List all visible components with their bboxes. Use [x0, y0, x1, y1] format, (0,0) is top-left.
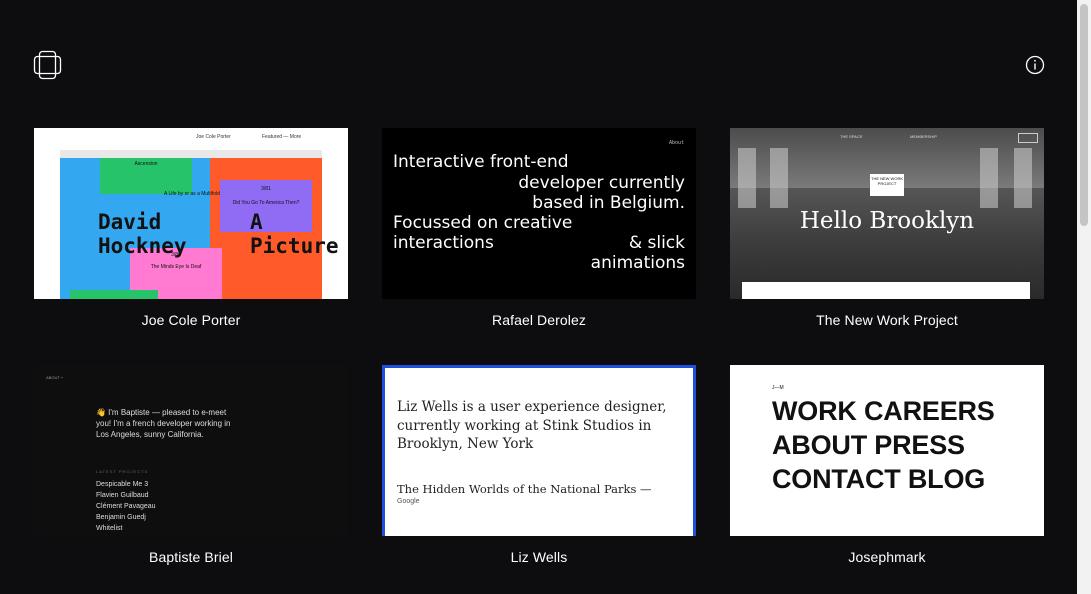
thumbnail-project-item: Clément Pavageau: [96, 503, 156, 510]
thumbnail-purple-title: Did You Go To America Then?: [232, 200, 300, 206]
thumbnail-logo: J—M: [772, 385, 784, 391]
portfolio-card-new-work-project[interactable]: THE SPACE MEMBERSHIP THE NEW WORK PROJEC…: [730, 128, 1044, 328]
thumbnail-text-line: based in Belgium.: [532, 193, 685, 213]
card-title[interactable]: Josephmark: [730, 549, 1044, 565]
thumbnail-photo-window: [980, 148, 998, 208]
thumbnail-intro: Liz Wells is a user experience designer,…: [397, 399, 667, 452]
card-thumbnail[interactable]: ABOUT + 👋 I'm Baptiste — pleased to e-me…: [34, 365, 348, 536]
portfolio-card-josephmark[interactable]: J—M WORK CAREERS ABOUT PRESS CONTACT BLO…: [730, 365, 1044, 565]
thumbnail-browser-window: Ascension 3/81 Did You Go To America The…: [60, 150, 339, 299]
thumbnail-nav-right: MEMBERSHIP: [910, 134, 937, 139]
thumbnail-big-left-2: Hockney: [98, 234, 187, 258]
thumbnail-browser-bar: [60, 150, 322, 158]
thumbnail-nav-line: ABOUT PRESS: [772, 430, 965, 460]
thumbnail-intro: 👋 I'm Baptiste — pleased to e-meet you! …: [96, 408, 231, 439]
info-icon[interactable]: [1024, 54, 1046, 76]
thumbnail-latest-heading: LATEST PROJECTS: [96, 469, 149, 474]
thumbnail-about-link: About: [668, 140, 684, 146]
stacked-frames-icon[interactable]: [33, 50, 63, 80]
thumbnail-green-strip: [70, 290, 158, 299]
thumbnail-big-right: A Picture: [250, 210, 339, 258]
thumbnail-text-line: Interactive front-end: [393, 152, 569, 172]
thumbnail-big-right-1: A: [250, 210, 263, 234]
thumbnail-text-line: Focussed on creative: [393, 213, 573, 233]
thumbnail-green-title: Ascension: [134, 161, 158, 167]
card-title[interactable]: Rafael Derolez: [382, 312, 696, 328]
card-title[interactable]: The New Work Project: [730, 312, 1044, 328]
thumbnail-white-panel: [742, 282, 1030, 299]
thumbnail-text-line: & slick: [628, 233, 685, 253]
thumbnail-nav-line: CONTACT BLOG: [772, 464, 986, 494]
thumbnail-photo-window: [1014, 148, 1032, 208]
card-thumbnail[interactable]: J—M WORK CAREERS ABOUT PRESS CONTACT BLO…: [730, 365, 1044, 536]
portfolio-card-baptiste-briel[interactable]: ABOUT + 👋 I'm Baptiste — pleased to e-me…: [34, 365, 348, 565]
thumbnail-big-left: David Hockney: [98, 210, 187, 258]
thumbnail-nav-line: WORK CAREERS: [772, 396, 995, 426]
thumbnail-project-item: Whitelist: [96, 525, 123, 532]
thumbnail-project-item: Benjamin Guedj: [96, 514, 146, 521]
card-title[interactable]: Baptiste Briel: [34, 549, 348, 565]
thumbnail-big-right-2: Picture: [250, 234, 339, 258]
card-thumbnail[interactable]: THE SPACE MEMBERSHIP THE NEW WORK PROJEC…: [730, 128, 1044, 299]
thumbnail-project-client: Google: [397, 498, 420, 505]
portfolio-card-liz-wells[interactable]: Liz Wells is a user experience designer,…: [382, 365, 696, 565]
thumbnail-about-link: ABOUT +: [46, 375, 64, 380]
thumbnail-pink-title: The Minds Eye Is Deaf: [150, 264, 202, 270]
portfolio-card-rafael-derolez[interactable]: About Interactive front-end developer cu…: [382, 128, 696, 328]
thumbnail-text-line: developer currently: [518, 173, 685, 193]
thumbnail-project-item: Despicable Me 3: [96, 481, 149, 488]
thumbnail-nav-name: Joe Cole Porter: [196, 134, 231, 140]
thumbnail-photo-window: [738, 148, 756, 208]
scrollbar[interactable]: [1077, 0, 1091, 594]
thumbnail-project-title: The Hidden Worlds of the National Parks …: [397, 482, 652, 496]
card-thumbnail[interactable]: Liz Wells is a user experience designer,…: [382, 365, 696, 536]
thumbnail-nav-button: [1018, 133, 1038, 143]
card-thumbnail[interactable]: About Interactive front-end developer cu…: [382, 128, 696, 299]
thumbnail-text-line: animations: [590, 253, 685, 273]
thumbnail-big-left-1: David: [98, 210, 162, 234]
thumbnail-purple-count: 3/81: [261, 186, 271, 192]
thumbnail-green-panel: Ascension: [100, 158, 192, 194]
card-title[interactable]: Liz Wells: [382, 549, 696, 565]
portfolio-card-joe-cole-porter[interactable]: Joe Cole Porter Featured — More Ascensio…: [34, 128, 348, 328]
thumbnail-project-item: Flavien Guilbaud: [96, 492, 149, 499]
scrollbar-thumb[interactable]: [1080, 4, 1088, 226]
card-title[interactable]: Joe Cole Porter: [34, 312, 348, 328]
thumbnail-tagline: A Life by or as a Multifold: [164, 191, 220, 197]
thumbnail-nav: Joe Cole Porter Featured — More: [34, 134, 348, 144]
card-thumbnail[interactable]: Joe Cole Porter Featured — More Ascensio…: [34, 128, 348, 299]
thumbnail-nav-link: Featured — More: [262, 134, 302, 140]
top-bar: [0, 0, 1076, 110]
thumbnail-text-line: interactions: [393, 233, 494, 253]
thumbnail-photo-window: [770, 148, 788, 208]
thumbnail-logo: THE NEW WORK PROJECT: [870, 174, 904, 196]
thumbnail-headline: Hello Brooklyn: [799, 208, 975, 234]
thumbnail-nav-left: THE SPACE: [840, 134, 863, 139]
